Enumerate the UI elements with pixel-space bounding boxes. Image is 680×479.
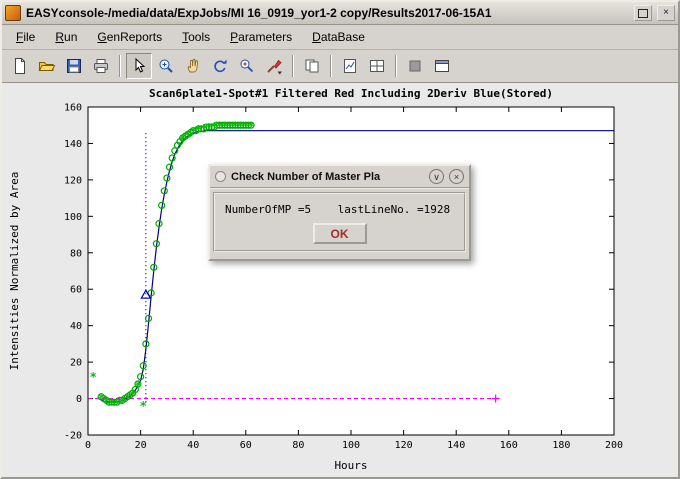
toolbar-separator — [330, 55, 332, 77]
svg-text:180: 180 — [552, 440, 570, 451]
dialog-collapse-button[interactable]: ∨ — [429, 169, 444, 184]
dialog-titlebar: Check Number of Master Pla ∨ × — [210, 166, 469, 189]
window-frame-button[interactable] — [429, 53, 455, 79]
menu-parameters[interactable]: Parameters — [222, 27, 300, 47]
copy-figure-button[interactable] — [299, 53, 325, 79]
save-button[interactable] — [61, 53, 87, 79]
close-button[interactable]: × — [657, 5, 675, 21]
svg-text:*: * — [134, 379, 141, 393]
svg-text:140: 140 — [447, 440, 465, 451]
menu-run[interactable]: Run — [47, 27, 85, 47]
open-folder-icon — [38, 57, 56, 75]
data-cursor-button[interactable] — [234, 53, 260, 79]
dialog-title: Check Number of Master Pla — [231, 171, 424, 183]
dialog-icon — [215, 171, 226, 182]
svg-text:60: 60 — [240, 440, 252, 451]
print-button[interactable] — [88, 53, 114, 79]
svg-text:200: 200 — [605, 440, 623, 451]
svg-text:80: 80 — [70, 248, 82, 259]
svg-text:100: 100 — [64, 212, 82, 223]
svg-text:0: 0 — [76, 394, 82, 405]
pan-hand-icon — [184, 57, 202, 75]
save-icon — [65, 57, 83, 75]
rotate-icon — [211, 57, 229, 75]
dialog-body: NumberOfMP =5 lastLineNo. =1928 OK — [213, 192, 466, 252]
titlebar: EASYconsole-/media/data/ExpJobs/MI 16_09… — [2, 2, 678, 25]
zoom-in-button[interactable] — [153, 53, 179, 79]
pan-hand-button[interactable] — [180, 53, 206, 79]
print-icon — [92, 57, 110, 75]
svg-text:20: 20 — [70, 358, 82, 369]
svg-text:40: 40 — [187, 440, 199, 451]
chart-svg: 020406080100120140160180200-200204060801… — [2, 83, 678, 477]
toolbar — [2, 50, 678, 83]
menu-genreports[interactable]: GenReports — [89, 27, 170, 47]
svg-text:Hours: Hours — [334, 459, 367, 472]
rotate-button[interactable] — [207, 53, 233, 79]
svg-text:60: 60 — [70, 285, 82, 296]
maximize-button[interactable] — [634, 5, 652, 21]
check-master-plate-dialog: Check Number of Master Pla ∨ × NumberOfM… — [208, 164, 471, 261]
window-title: EASYconsole-/media/data/ExpJobs/MI 16_09… — [26, 6, 629, 20]
menubar: File Run GenReports Tools Parameters Dat… — [2, 25, 678, 50]
svg-text:160: 160 — [500, 440, 518, 451]
svg-text:0: 0 — [85, 440, 91, 451]
svg-text:140: 140 — [64, 139, 82, 150]
main-window: EASYconsole-/media/data/ExpJobs/MI 16_09… — [0, 0, 680, 479]
svg-text:*: * — [90, 370, 97, 384]
subplot-grid-button[interactable] — [364, 53, 390, 79]
toolbar-separator — [395, 55, 397, 77]
svg-text:*: * — [247, 119, 254, 133]
stop-button[interactable] — [402, 53, 428, 79]
copy-figure-icon — [303, 57, 321, 75]
svg-text:160: 160 — [64, 103, 82, 114]
ok-button[interactable]: OK — [313, 223, 367, 244]
menu-tools[interactable]: Tools — [174, 27, 218, 47]
svg-text:100: 100 — [342, 440, 360, 451]
zoom-in-icon — [157, 57, 175, 75]
svg-text:-20: -20 — [64, 431, 82, 442]
toolbar-separator — [119, 55, 121, 77]
svg-text:Scan6plate1-Spot#1 Filtered Re: Scan6plate1-Spot#1 Filtered Red Includin… — [149, 87, 553, 100]
svg-text:120: 120 — [395, 440, 413, 451]
open-folder-button[interactable] — [34, 53, 60, 79]
new-file-button[interactable] — [7, 53, 33, 79]
figure-area: 020406080100120140160180200-200204060801… — [2, 83, 678, 479]
new-file-icon — [11, 57, 29, 75]
svg-text:40: 40 — [70, 321, 82, 332]
brush-icon — [265, 57, 283, 75]
subplot-grid-icon — [368, 57, 386, 75]
plot-doc-button[interactable] — [337, 53, 363, 79]
menu-database[interactable]: DataBase — [304, 27, 373, 47]
cursor-button[interactable] — [126, 53, 152, 79]
brush-button[interactable] — [261, 53, 287, 79]
svg-text:*: * — [140, 399, 147, 413]
svg-text:120: 120 — [64, 175, 82, 186]
cursor-icon — [130, 57, 148, 75]
stop-square-icon — [406, 57, 424, 75]
svg-text:Intensities Normalized by Area: Intensities Normalized by Area — [8, 172, 21, 371]
menu-file[interactable]: File — [8, 27, 43, 47]
dialog-message: NumberOfMP =5 lastLineNo. =1928 — [225, 203, 454, 216]
plot-doc-icon — [341, 57, 359, 75]
dialog-close-button[interactable]: × — [449, 169, 464, 184]
svg-text:20: 20 — [135, 440, 147, 451]
window-frame-icon — [433, 57, 451, 75]
svg-text:80: 80 — [292, 440, 304, 451]
toolbar-separator — [292, 55, 294, 77]
maximize-icon — [638, 9, 648, 18]
data-cursor-icon — [238, 57, 256, 75]
app-icon[interactable] — [5, 5, 21, 21]
